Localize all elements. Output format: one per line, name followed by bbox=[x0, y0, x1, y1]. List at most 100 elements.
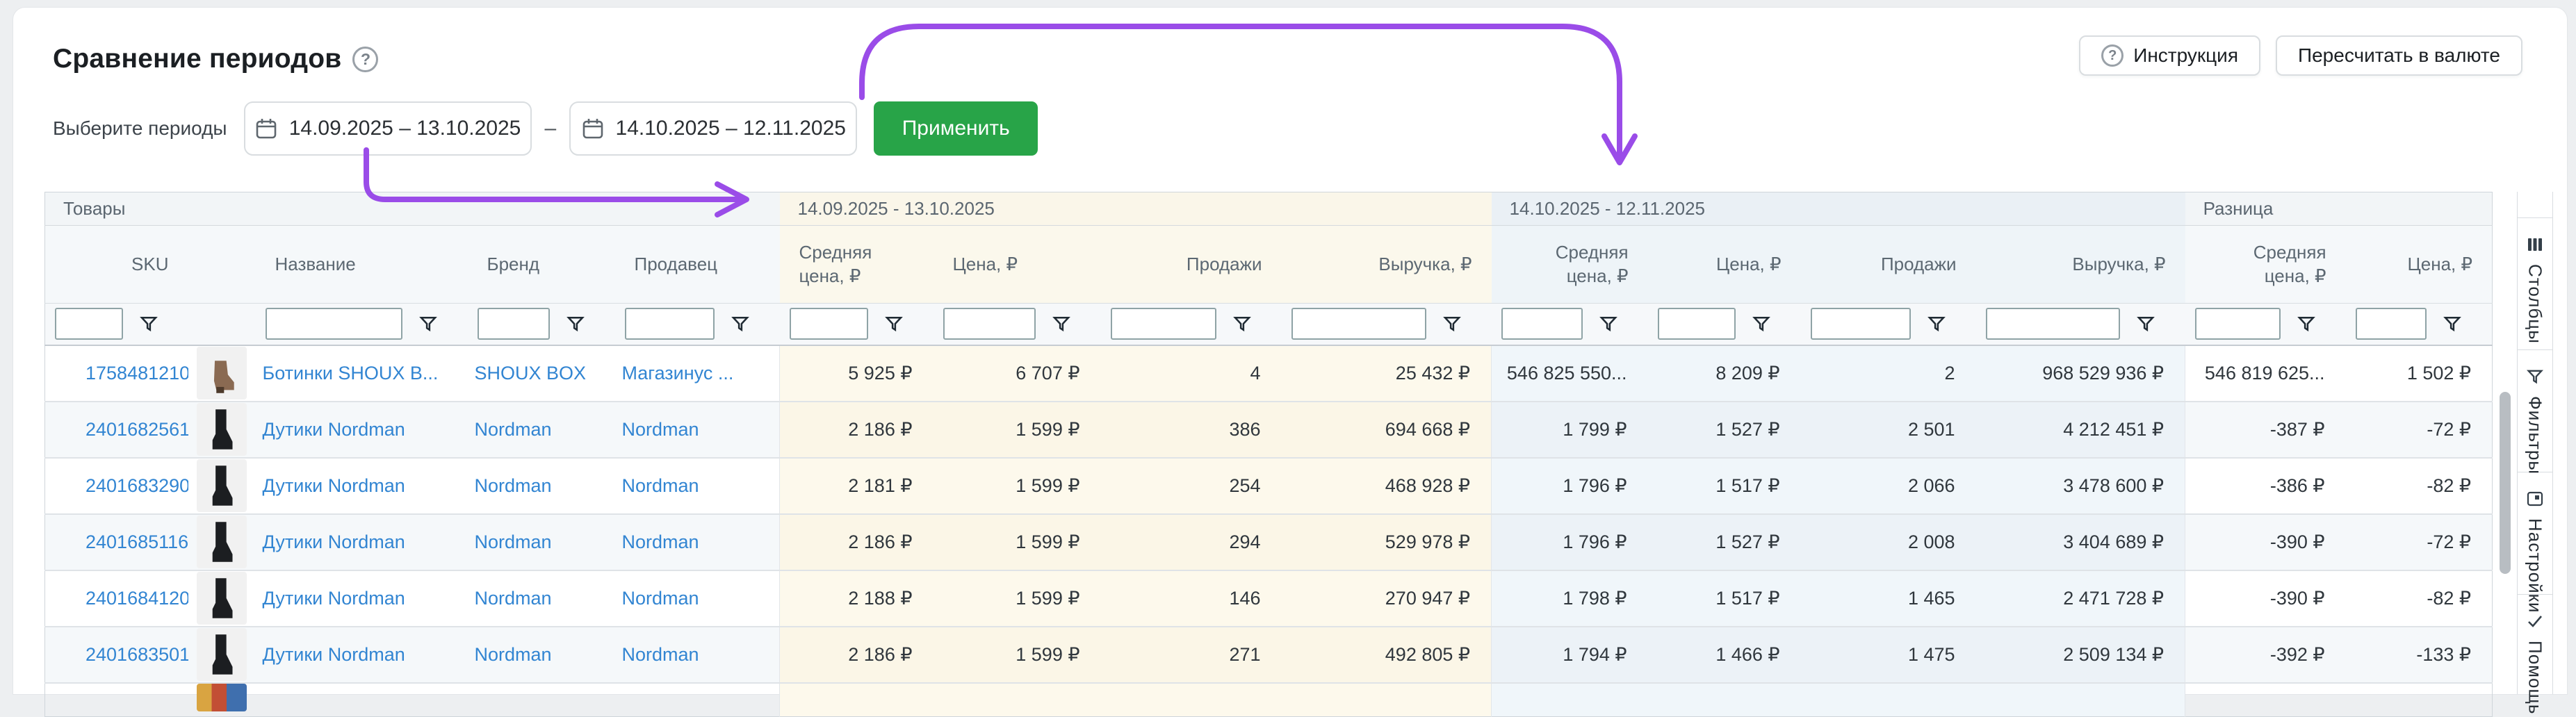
p2-avg-price: 546 825 550... bbox=[1492, 345, 1648, 402]
seller-link[interactable]: Nordman bbox=[615, 514, 780, 570]
filter-funnel-icon[interactable] bbox=[2135, 313, 2156, 334]
p1-sales: 146 bbox=[1101, 570, 1282, 627]
filter-funnel-icon[interactable] bbox=[418, 313, 439, 334]
filter-funnel-icon[interactable] bbox=[2296, 313, 2317, 334]
filter-input-p2-price[interactable] bbox=[1658, 308, 1736, 340]
col-sku[interactable]: SKU bbox=[45, 226, 188, 304]
filter-funnel-icon[interactable] bbox=[1751, 313, 1772, 334]
product-name-link[interactable]: Ботинки SHOUX B... bbox=[256, 345, 468, 402]
period1-datepicker[interactable]: 14.09.2025 – 13.10.2025 bbox=[244, 101, 532, 156]
filter-input-p1-price[interactable] bbox=[943, 308, 1036, 340]
p1-price: 1 599 ₽ bbox=[934, 458, 1101, 514]
p2-revenue: 2 471 728 ₽ bbox=[1976, 570, 2185, 627]
filter-input-p2-avg[interactable] bbox=[1501, 308, 1583, 340]
brand-link[interactable]: Nordman bbox=[468, 627, 615, 683]
title-help-icon[interactable]: ? bbox=[352, 47, 378, 72]
col-p2-price[interactable]: Цена, ₽ bbox=[1648, 226, 1801, 304]
col-p1-avg-price[interactable]: Средняя цена, ₽ bbox=[780, 226, 934, 304]
table-row: 1758481210 Ботинки SHOUX B... SHOUX BOX … bbox=[45, 345, 2493, 402]
sku-link[interactable]: 2401684120 bbox=[45, 570, 188, 627]
sku-link[interactable]: 2401685116 bbox=[45, 514, 188, 570]
col-p2-revenue[interactable]: Выручка, ₽ bbox=[1976, 226, 2185, 304]
diff-price: 1 502 ₽ bbox=[2346, 345, 2493, 402]
sku-link[interactable]: 2401683501 bbox=[45, 627, 188, 683]
col-p1-revenue[interactable]: Выручка, ₽ bbox=[1282, 226, 1492, 304]
col-p2-sales[interactable]: Продажи bbox=[1801, 226, 1976, 304]
product-name-link[interactable]: Дутики Nordman bbox=[256, 402, 468, 458]
col-p1-sales[interactable]: Продажи bbox=[1101, 226, 1282, 304]
product-name-link[interactable]: Дутики Nordman bbox=[256, 627, 468, 683]
brand-link[interactable]: SHOUX BOX bbox=[468, 345, 615, 402]
filter-input-diff-price[interactable] bbox=[2356, 308, 2427, 340]
tab-settings[interactable]: Настройки bbox=[2518, 472, 2552, 595]
question-circle-icon: ? bbox=[2101, 44, 2123, 67]
col-p2-avg-price[interactable]: Средняя цена, ₽ bbox=[1492, 226, 1648, 304]
product-image[interactable] bbox=[188, 458, 256, 514]
filter-input-p1-sales[interactable] bbox=[1111, 308, 1216, 340]
filter-input-p1-avg[interactable] bbox=[790, 308, 868, 340]
p1-price: 1 599 ₽ bbox=[934, 570, 1101, 627]
recalculate-currency-button[interactable]: Пересчитать в валюте bbox=[2276, 35, 2522, 76]
seller-link[interactable]: Магазинус ... bbox=[615, 345, 780, 402]
col-brand[interactable]: Бренд bbox=[468, 226, 615, 304]
product-image[interactable] bbox=[188, 683, 256, 717]
diff-avg-price: -390 ₽ bbox=[2185, 570, 2346, 627]
product-image[interactable] bbox=[188, 627, 256, 683]
filter-input-p1-revenue[interactable] bbox=[1291, 308, 1426, 340]
tab-columns[interactable]: Столбцы bbox=[2518, 218, 2552, 350]
filter-funnel-icon[interactable] bbox=[1051, 313, 1072, 334]
period-separator: – bbox=[545, 117, 557, 140]
filter-row bbox=[45, 304, 2493, 345]
col-p1-price[interactable]: Цена, ₽ bbox=[934, 226, 1101, 304]
filter-funnel-icon[interactable] bbox=[1442, 313, 1462, 334]
p2-sales: 2 008 bbox=[1801, 514, 1976, 570]
filter-funnel-icon[interactable] bbox=[730, 313, 751, 334]
p2-price: 8 209 ₽ bbox=[1648, 345, 1801, 402]
brand-link[interactable]: Nordman bbox=[468, 458, 615, 514]
filter-input-diff-avg[interactable] bbox=[2195, 308, 2281, 340]
seller-link[interactable]: Nordman bbox=[615, 458, 780, 514]
brand-link[interactable]: Nordman bbox=[468, 514, 615, 570]
seller-link[interactable]: Nordman bbox=[615, 402, 780, 458]
filter-funnel-icon[interactable] bbox=[138, 313, 159, 334]
diff-price: -133 ₽ bbox=[2346, 627, 2493, 683]
filter-funnel-icon[interactable] bbox=[565, 313, 586, 334]
filter-funnel-icon[interactable] bbox=[1232, 313, 1253, 334]
filter-input-seller[interactable] bbox=[625, 308, 715, 340]
sku-link[interactable]: 1758481210 bbox=[45, 345, 188, 402]
filter-input-p2-sales[interactable] bbox=[1811, 308, 1911, 340]
filter-funnel-icon[interactable] bbox=[883, 313, 904, 334]
seller-link[interactable]: Nordman bbox=[615, 570, 780, 627]
vertical-scrollbar-thumb[interactable] bbox=[2500, 392, 2511, 574]
filter-input-brand[interactable] bbox=[478, 308, 550, 340]
col-diff-price[interactable]: Цена, ₽ bbox=[2346, 226, 2493, 304]
product-name-link[interactable]: Дутики Nordman bbox=[256, 570, 468, 627]
filter-input-p2-revenue[interactable] bbox=[1986, 308, 2120, 340]
tab-filters[interactable]: Фильтры bbox=[2518, 350, 2552, 472]
col-diff-avg-price[interactable]: Средняя цена, ₽ bbox=[2185, 226, 2346, 304]
instruction-button[interactable]: ? Инструкция bbox=[2079, 35, 2260, 76]
product-image[interactable] bbox=[188, 514, 256, 570]
filter-input-sku[interactable] bbox=[55, 308, 123, 340]
product-image[interactable] bbox=[188, 570, 256, 627]
p2-price: 1 517 ₽ bbox=[1648, 570, 1801, 627]
filter-input-name[interactable] bbox=[266, 308, 402, 340]
filter-funnel-icon[interactable] bbox=[1926, 313, 1947, 334]
p1-revenue: 694 668 ₽ bbox=[1282, 402, 1492, 458]
filter-funnel-icon[interactable] bbox=[2442, 313, 2463, 334]
p1-avg-price: 2 186 ₽ bbox=[780, 402, 934, 458]
product-name-link[interactable]: Дутики Nordman bbox=[256, 458, 468, 514]
filter-funnel-icon[interactable] bbox=[1598, 313, 1619, 334]
sku-link[interactable]: 2401682561 bbox=[45, 402, 188, 458]
seller-link[interactable]: Nordman bbox=[615, 627, 780, 683]
col-name[interactable]: Название bbox=[256, 226, 468, 304]
period2-datepicker[interactable]: 14.10.2025 – 12.11.2025 bbox=[569, 101, 857, 156]
product-name-link[interactable]: Дутики Nordman bbox=[256, 514, 468, 570]
product-image[interactable] bbox=[188, 345, 256, 402]
col-seller[interactable]: Продавец bbox=[615, 226, 780, 304]
product-image[interactable] bbox=[188, 402, 256, 458]
apply-button[interactable]: Применить bbox=[874, 101, 1038, 156]
brand-link[interactable]: Nordman bbox=[468, 402, 615, 458]
brand-link[interactable]: Nordman bbox=[468, 570, 615, 627]
sku-link[interactable]: 2401683290 bbox=[45, 458, 188, 514]
